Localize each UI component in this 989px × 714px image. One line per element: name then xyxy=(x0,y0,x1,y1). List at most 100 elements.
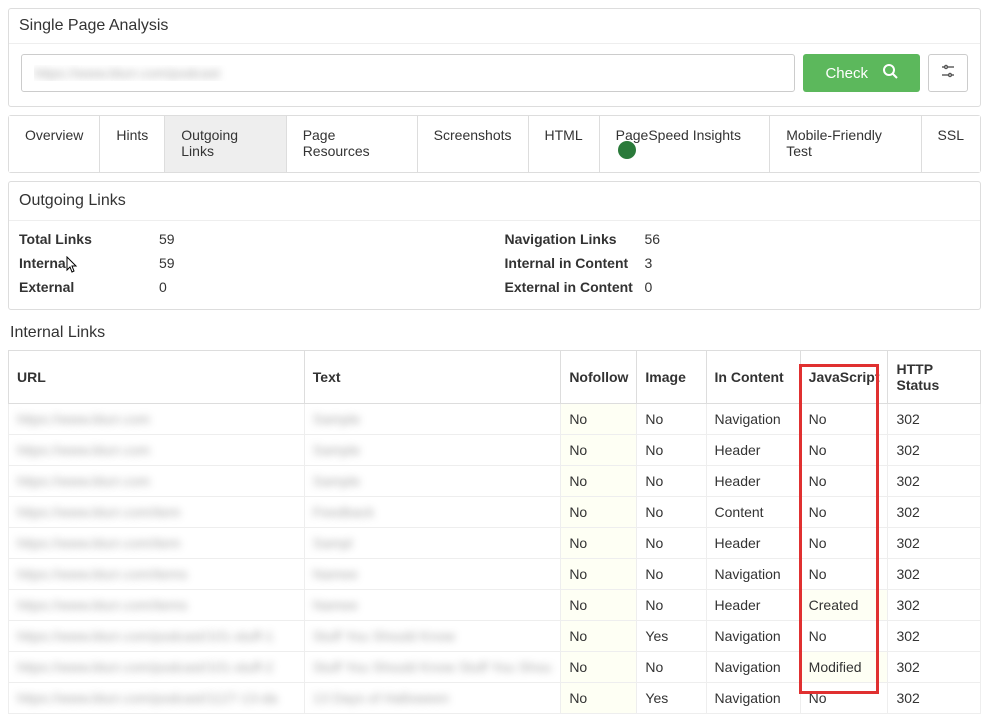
cell-javascript: No xyxy=(800,528,888,559)
url-input[interactable] xyxy=(21,54,795,92)
tab-html[interactable]: HTML xyxy=(529,116,600,172)
cell-image: No xyxy=(637,528,706,559)
stat-row: Internal59 xyxy=(9,251,495,275)
tab-overview[interactable]: Overview xyxy=(9,116,100,172)
settings-button[interactable] xyxy=(928,54,968,92)
cell-incontent: Header xyxy=(706,528,800,559)
cell-status: 302 xyxy=(888,621,981,652)
tab-mobile[interactable]: Mobile-Friendly Test xyxy=(770,116,921,172)
cell-incontent: Header xyxy=(706,466,800,497)
cell-text: 13 Days of Halloween xyxy=(304,683,561,714)
cell-image: Yes xyxy=(637,621,706,652)
tab-screenshots[interactable]: Screenshots xyxy=(418,116,529,172)
cell-url: https://www.blurr.com/items xyxy=(9,590,305,621)
table-header-row: URLTextNofollowImageIn ContentJavaScript… xyxy=(9,351,981,404)
tab-psi[interactable]: PageSpeed Insights xyxy=(600,116,771,172)
cell-nofollow: No xyxy=(561,435,637,466)
tab-resources[interactable]: Page Resources xyxy=(287,116,418,172)
cell-javascript: No xyxy=(800,621,888,652)
cell-javascript: No xyxy=(800,435,888,466)
stat-value: 59 xyxy=(159,255,175,271)
cell-url: https://www.blurr.com/podcast/1127-13-da xyxy=(9,683,305,714)
stat-label: External xyxy=(19,279,159,295)
column-header[interactable]: Image xyxy=(637,351,706,404)
table-row[interactable]: https://www.blurr.comSampleNoNoHeaderNo3… xyxy=(9,466,981,497)
cell-status: 302 xyxy=(888,497,981,528)
cell-text: Stuff You Should Know xyxy=(304,621,561,652)
cell-image: No xyxy=(637,435,706,466)
stat-value: 56 xyxy=(645,231,661,247)
stats-right: Navigation Links56Internal in Content3Ex… xyxy=(495,227,981,299)
table-row[interactable]: https://www.blurr.com/podcast/1127-13-da… xyxy=(9,683,981,714)
stat-label: External in Content xyxy=(505,279,645,295)
cell-incontent: Header xyxy=(706,590,800,621)
table-row[interactable]: https://www.blurr.com/podcast/101-stuff-… xyxy=(9,621,981,652)
internal-links-heading: Internal Links xyxy=(10,324,979,342)
cell-javascript: Modified xyxy=(800,652,888,683)
cell-image: Yes xyxy=(637,683,706,714)
table-row[interactable]: https://www.blurr.com/podcast/101-stuff-… xyxy=(9,652,981,683)
tab-outgoing[interactable]: Outgoing Links xyxy=(165,116,286,172)
cell-javascript: Created xyxy=(800,590,888,621)
table-row[interactable]: https://www.blurr.comSampleNoNoNavigatio… xyxy=(9,404,981,435)
stat-value: 0 xyxy=(645,279,653,295)
cell-javascript: No xyxy=(800,683,888,714)
cell-url: https://www.blurr.com xyxy=(9,404,305,435)
column-header[interactable]: Text xyxy=(304,351,561,404)
table-row[interactable]: https://www.blurr.comSampleNoNoHeaderNo3… xyxy=(9,435,981,466)
cell-nofollow: No xyxy=(561,652,637,683)
table-row[interactable]: https://www.blurr.com/itemFeedbackNoNoCo… xyxy=(9,497,981,528)
search-icon xyxy=(882,63,898,83)
cursor-icon xyxy=(66,256,80,277)
cell-status: 302 xyxy=(888,590,981,621)
table-row[interactable]: https://www.blurr.com/itemsNameeNoNoHead… xyxy=(9,590,981,621)
column-header[interactable]: URL xyxy=(9,351,305,404)
stat-row: Internal in Content3 xyxy=(495,251,981,275)
cell-status: 302 xyxy=(888,435,981,466)
cell-status: 302 xyxy=(888,559,981,590)
pagespeed-badge-icon xyxy=(618,141,636,159)
cell-incontent: Navigation xyxy=(706,559,800,590)
cell-status: 302 xyxy=(888,404,981,435)
column-header[interactable]: Nofollow xyxy=(561,351,637,404)
tab-hints[interactable]: Hints xyxy=(100,116,165,172)
cell-status: 302 xyxy=(888,683,981,714)
cell-image: No xyxy=(637,590,706,621)
cell-text: Sampl xyxy=(304,528,561,559)
table-row[interactable]: https://www.blurr.com/itemSamplNoNoHeade… xyxy=(9,528,981,559)
tab-ssl[interactable]: SSL xyxy=(922,116,980,172)
cell-nofollow: No xyxy=(561,683,637,714)
cell-text: Namee xyxy=(304,590,561,621)
cell-nofollow: No xyxy=(561,621,637,652)
cell-nofollow: No xyxy=(561,466,637,497)
stat-row: External0 xyxy=(9,275,495,299)
cell-nofollow: No xyxy=(561,404,637,435)
check-button[interactable]: Check xyxy=(803,54,920,92)
cell-incontent: Navigation xyxy=(706,621,800,652)
cell-nofollow: No xyxy=(561,497,637,528)
cell-incontent: Navigation xyxy=(706,683,800,714)
stat-row: Total Links59 xyxy=(9,227,495,251)
cell-javascript: No xyxy=(800,559,888,590)
column-header[interactable]: JavaScript xyxy=(800,351,888,404)
stat-value: 0 xyxy=(159,279,167,295)
cell-javascript: No xyxy=(800,497,888,528)
page-title: Single Page Analysis xyxy=(9,9,980,44)
cell-url: https://www.blurr.com xyxy=(9,466,305,497)
check-button-label: Check xyxy=(825,65,868,82)
cell-nofollow: No xyxy=(561,528,637,559)
stat-value: 59 xyxy=(159,231,175,247)
stat-label: Internal xyxy=(19,255,159,271)
cell-status: 302 xyxy=(888,528,981,559)
table-row[interactable]: https://www.blurr.com/itemsNameeNoNoNavi… xyxy=(9,559,981,590)
cell-url: https://www.blurr.com/podcast/101-stuff-… xyxy=(9,652,305,683)
stat-row: External in Content0 xyxy=(495,275,981,299)
cell-status: 302 xyxy=(888,466,981,497)
cell-text: Sample xyxy=(304,404,561,435)
column-header[interactable]: HTTP Status xyxy=(888,351,981,404)
cell-image: No xyxy=(637,559,706,590)
cell-text: Namee xyxy=(304,559,561,590)
cell-javascript: No xyxy=(800,466,888,497)
stat-value: 3 xyxy=(645,255,653,271)
column-header[interactable]: In Content xyxy=(706,351,800,404)
